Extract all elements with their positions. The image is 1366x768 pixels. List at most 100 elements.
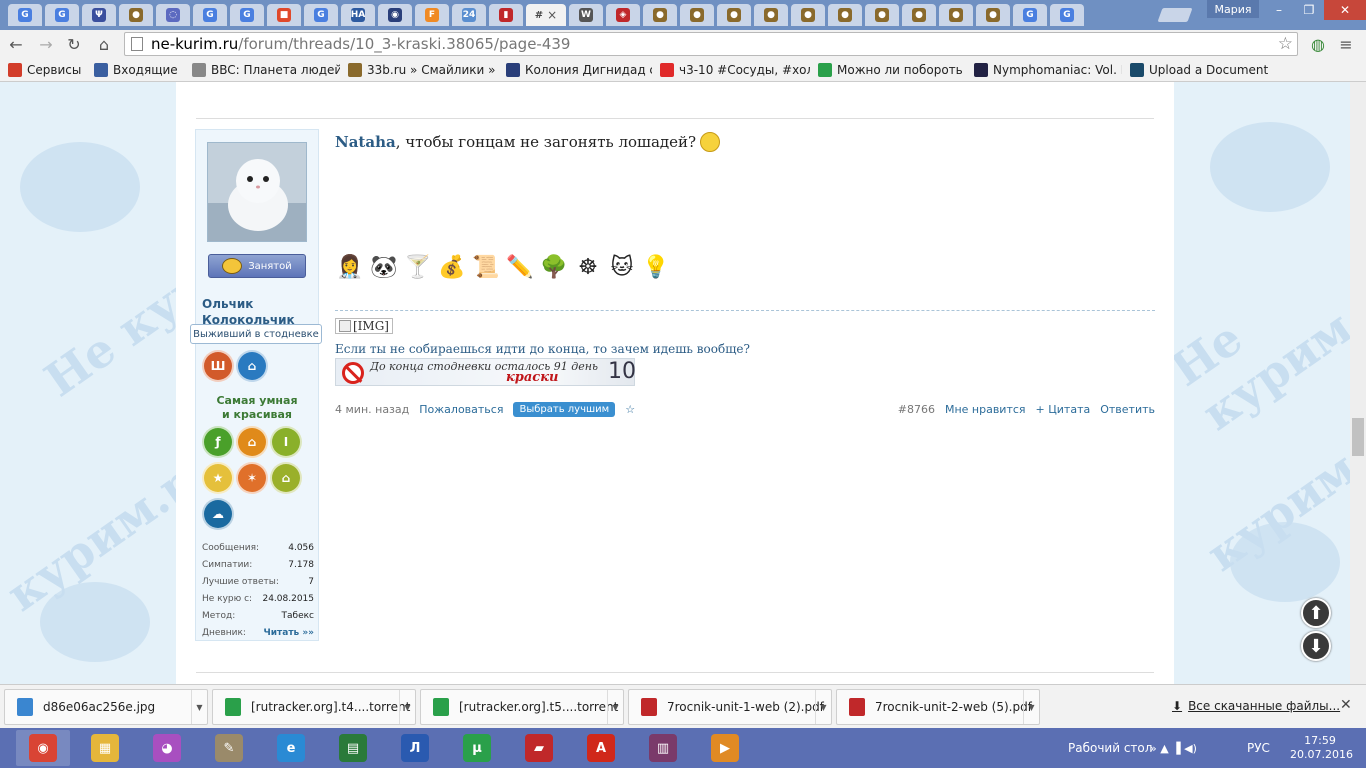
taskbar-app[interactable]: ▦ <box>78 730 132 766</box>
bookmark-item[interactable]: Колония Дигнидад с <box>506 62 652 77</box>
home-button[interactable]: ⌂ <box>94 34 114 54</box>
browser-tab[interactable]: ● <box>939 4 973 26</box>
taskbar-app[interactable]: ▥ <box>636 730 690 766</box>
taskbar-app[interactable]: ◕ <box>140 730 194 766</box>
browser-tab[interactable]: ● <box>717 4 751 26</box>
browser-tab[interactable]: 24 <box>452 4 486 26</box>
trophy-badge-icon[interactable]: Ш <box>202 350 234 382</box>
download-dropdown-icon[interactable]: ▼ <box>1023 690 1039 724</box>
address-bar[interactable]: ne-kurim.ru/forum/threads/10_3-kraski.38… <box>124 32 1298 56</box>
all-downloads-link[interactable]: ⬇ Все скачанные файлы... <box>1172 699 1340 713</box>
browser-tab[interactable]: ● <box>754 4 788 26</box>
browser-tab[interactable]: G <box>193 4 227 26</box>
browser-tab[interactable]: ● <box>643 4 677 26</box>
download-item[interactable]: 7rocnik-unit-2-web (5).pdf ▼ <box>836 689 1040 725</box>
bookmark-post-icon[interactable]: ☆ <box>625 403 635 416</box>
one-badge-icon[interactable]: I <box>270 426 302 458</box>
download-item[interactable]: [rutracker.org].t5....torrent ▼ <box>420 689 624 725</box>
browser-tab[interactable]: ■ <box>267 4 301 26</box>
mention-link[interactable]: Nataha <box>335 133 396 151</box>
scroll-up-button[interactable]: ⬆ <box>1301 598 1331 628</box>
download-dropdown-icon[interactable]: ▼ <box>607 690 623 724</box>
report-link[interactable]: Пожаловаться <box>419 403 503 416</box>
bookmark-item[interactable]: Можно ли побороть <box>818 62 966 77</box>
reload-button[interactable]: ↻ <box>64 34 84 54</box>
download-item[interactable]: [rutracker.org].t4....torrent ▼ <box>212 689 416 725</box>
download-dropdown-icon[interactable]: ▼ <box>815 690 831 724</box>
house-orange-badge-icon[interactable]: ⌂ <box>236 426 268 458</box>
tray-icons[interactable]: » ▲ ▐ ◀) <box>1150 728 1197 768</box>
forward-button[interactable]: → <box>36 34 56 54</box>
profile-button[interactable]: Мария <box>1207 0 1259 18</box>
scrollbar-thumb[interactable] <box>1352 418 1364 456</box>
taskbar-app[interactable]: ▶ <box>698 730 752 766</box>
browser-tab-active[interactable]: # × <box>526 4 566 26</box>
back-button[interactable]: ← <box>6 34 26 54</box>
quote-link[interactable]: + Цитата <box>1036 403 1091 416</box>
like-link[interactable]: Мне нравится <box>945 403 1026 416</box>
bookmark-item[interactable]: Входящие <box>94 62 184 77</box>
browser-tab[interactable]: G <box>304 4 338 26</box>
post-time[interactable]: 4 мин. назад <box>335 403 409 416</box>
taskbar-app[interactable]: A <box>574 730 628 766</box>
browser-tab[interactable]: ◌ <box>156 4 190 26</box>
browser-tab[interactable]: ◉ <box>378 4 412 26</box>
runner-badge-icon[interactable]: ƒ <box>202 426 234 458</box>
busy-status-button[interactable]: Занятой <box>208 254 306 278</box>
tab-close-icon[interactable]: × <box>547 8 557 22</box>
post-number[interactable]: #8766 <box>898 403 935 416</box>
bookmark-star-icon[interactable]: ☆ <box>1278 34 1293 54</box>
browser-tab[interactable]: Ψ <box>82 4 116 26</box>
download-dropdown-icon[interactable]: ▼ <box>191 690 207 724</box>
taskbar-app[interactable]: e <box>264 730 318 766</box>
menu-icon[interactable]: ≡ <box>1336 34 1356 54</box>
medal-badge-icon[interactable]: ★ <box>202 462 234 494</box>
bookmark-item[interactable]: Upload a Document | <box>1130 62 1270 77</box>
browser-tab[interactable]: ▮ <box>489 4 523 26</box>
taskbar-app[interactable]: ▤ <box>326 730 380 766</box>
browser-tab[interactable]: ● <box>828 4 862 26</box>
bookmark-item[interactable]: BBC: Планета людей <box>192 62 340 77</box>
browser-tab[interactable]: G <box>8 4 42 26</box>
taskbar-app[interactable]: µ <box>450 730 504 766</box>
reply-link[interactable]: Ответить <box>1100 403 1155 416</box>
browser-tab[interactable]: ● <box>902 4 936 26</box>
language-indicator[interactable]: РУС <box>1247 728 1270 768</box>
people-badge-icon[interactable]: ✶ <box>236 462 268 494</box>
bookmark-item[interactable]: ч3-10 #Сосуды, #хол <box>660 62 810 77</box>
browser-tab[interactable]: ● <box>865 4 899 26</box>
download-item[interactable]: d86e06ac256e.jpg ▼ <box>4 689 208 725</box>
browser-tab[interactable]: W <box>569 4 603 26</box>
house-badge-icon[interactable]: ⌂ <box>236 350 268 382</box>
browser-tab[interactable]: F <box>415 4 449 26</box>
minimize-button[interactable]: – <box>1264 0 1294 20</box>
browser-tab[interactable]: G <box>1013 4 1047 26</box>
diary-link[interactable]: Читать »» <box>263 625 314 642</box>
bookmark-item[interactable]: 33b.ru » Смайлики » <box>348 62 498 77</box>
taskbar-app[interactable]: ▰ <box>512 730 566 766</box>
browser-tab[interactable]: ◈ <box>606 4 640 26</box>
browser-tab[interactable]: G <box>45 4 79 26</box>
taskbar-app[interactable]: Л <box>388 730 442 766</box>
download-dropdown-icon[interactable]: ▼ <box>399 690 415 724</box>
bookmark-item[interactable]: Сервисы <box>8 62 86 77</box>
scrollbar[interactable] <box>1350 82 1366 684</box>
browser-tab[interactable]: ● <box>680 4 714 26</box>
maximize-button[interactable]: ❐ <box>1294 0 1324 20</box>
window-close-button[interactable]: ✕ <box>1324 0 1366 20</box>
house-green-badge-icon[interactable]: ⌂ <box>270 462 302 494</box>
chat-badge-icon[interactable]: ☁ <box>202 498 234 530</box>
download-item[interactable]: 7rocnik-unit-1-web (2).pdf ▼ <box>628 689 832 725</box>
new-tab-button[interactable] <box>1157 8 1193 22</box>
browser-tab[interactable]: G <box>1050 4 1084 26</box>
scroll-down-button[interactable]: ⬇ <box>1301 631 1331 661</box>
browser-tab[interactable]: ● <box>976 4 1010 26</box>
best-answer-button[interactable]: Выбрать лучшим <box>513 401 616 417</box>
extension-globe-icon[interactable]: ◍ <box>1308 34 1328 54</box>
browser-tab[interactable]: G <box>230 4 264 26</box>
desktop-toolbar[interactable]: Рабочий стол <box>1068 728 1152 768</box>
browser-tab[interactable]: ● <box>119 4 153 26</box>
avatar[interactable] <box>207 142 307 242</box>
clock[interactable]: 17:59 20.07.2016 <box>1290 734 1353 762</box>
browser-tab[interactable]: ● <box>791 4 825 26</box>
